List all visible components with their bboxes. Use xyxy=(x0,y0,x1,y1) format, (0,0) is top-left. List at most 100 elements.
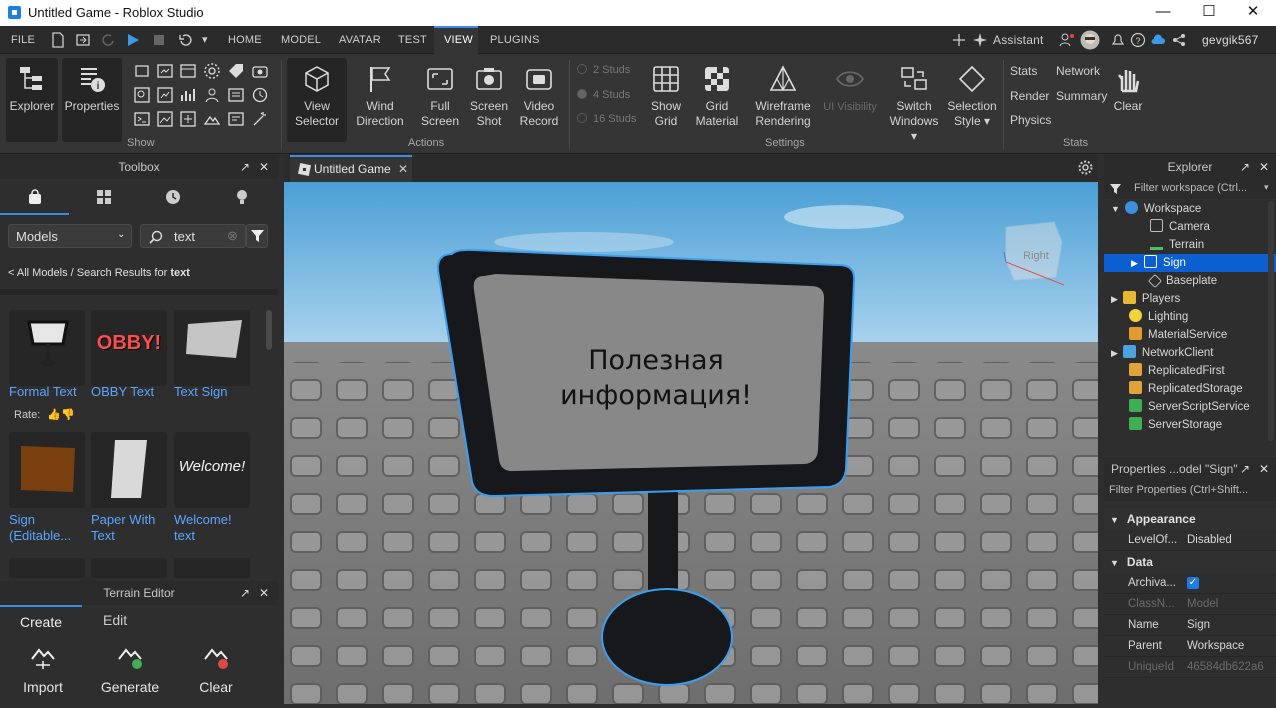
asset-thumbnail-partial[interactable] xyxy=(174,558,250,578)
expand-arrow-icon[interactable]: ▶ xyxy=(1131,258,1138,268)
tab-untitled-game[interactable]: Untitled Game ✕ xyxy=(290,155,412,182)
grid-2-studs-option[interactable]: 2 Studs xyxy=(577,64,630,76)
ui-visibility-button[interactable]: UI Visibility xyxy=(818,58,882,142)
switch-windows-button[interactable]: Switch Windows ▾ xyxy=(886,58,942,143)
terrain-tool-icon[interactable] xyxy=(203,110,221,128)
tree-item-materialservice[interactable]: MaterialService xyxy=(1104,326,1276,344)
tab-create[interactable]: Create xyxy=(0,605,82,633)
play-icon[interactable] xyxy=(125,32,141,48)
command-bar-icon[interactable] xyxy=(133,110,151,128)
team-create-icon[interactable] xyxy=(203,86,221,104)
tree-item-replicatedfirst[interactable]: ReplicatedFirst xyxy=(1104,362,1276,380)
screen-shot-button[interactable]: Screen Shot xyxy=(462,58,516,142)
properties-filter-input[interactable]: Filter Properties (Ctrl+Shift... xyxy=(1104,481,1276,501)
wind-direction-button[interactable]: Wind Direction xyxy=(352,58,408,142)
tree-item-sign[interactable]: ▶ Sign xyxy=(1104,254,1276,272)
explorer-filter-input[interactable]: Filter workspace (Ctrl... ▾ xyxy=(1104,179,1276,199)
property-value[interactable]: Sign xyxy=(1187,615,1210,636)
tree-item-baseplate[interactable]: Baseplate xyxy=(1104,272,1276,290)
network-stats-toggle[interactable]: Network xyxy=(1056,64,1100,78)
tab-plugins[interactable]: PLUGINS xyxy=(490,34,540,46)
settings-gear-icon[interactable] xyxy=(203,62,221,80)
file-menu[interactable]: FILE xyxy=(11,34,35,46)
expand-arrow-icon[interactable]: ▶ xyxy=(1111,294,1118,304)
archivable-checkbox[interactable]: ✓ xyxy=(1187,577,1199,589)
property-value[interactable]: Disabled xyxy=(1187,530,1232,551)
share-link-icon[interactable] xyxy=(1171,32,1187,48)
help-icon[interactable]: ? xyxy=(1130,32,1146,48)
asset-thumbnail-text-sign[interactable] xyxy=(174,310,250,386)
tab-view[interactable]: VIEW xyxy=(434,26,478,54)
asset-thumbnail-formal-text[interactable] xyxy=(9,310,85,386)
find-replace-icon[interactable] xyxy=(133,86,151,104)
asset-thumbnail-obby-text[interactable]: OBBY! xyxy=(91,310,167,386)
magic-wand-icon[interactable] xyxy=(251,110,269,128)
maximize-button[interactable]: ☐ xyxy=(1186,0,1232,26)
tree-item-serverscriptservice[interactable]: ServerScriptService xyxy=(1104,398,1276,416)
property-row-levelofdetail[interactable]: LevelOf... Disabled xyxy=(1104,530,1276,551)
stop-icon[interactable] xyxy=(151,32,167,48)
tree-item-workspace[interactable]: ▼ Workspace xyxy=(1104,200,1276,218)
clear-terrain-button[interactable]: Clear xyxy=(180,643,252,695)
tree-item-serverstorage[interactable]: ServerStorage xyxy=(1104,416,1276,434)
tab-inventory[interactable] xyxy=(69,179,138,215)
explorer-scrollbar[interactable] xyxy=(1268,201,1274,441)
search-input[interactable]: text ⊗ xyxy=(140,224,246,248)
grid-16-studs-option[interactable]: 16 Studs xyxy=(577,113,636,125)
tree-item-lighting[interactable]: Lighting xyxy=(1104,308,1276,326)
layout-icon[interactable] xyxy=(179,62,197,80)
import-terrain-button[interactable]: Import xyxy=(8,643,78,695)
thumbs-down-icon[interactable]: 👎 xyxy=(61,409,75,421)
viewport-3d[interactable]: Полезная информация! Right xyxy=(284,182,1098,704)
full-screen-button[interactable]: Full Screen xyxy=(412,58,468,142)
properties-toggle-button[interactable]: i Properties xyxy=(62,58,122,142)
tree-item-networkclient[interactable]: ▶ NetworkClient xyxy=(1104,344,1276,362)
summary-stats-toggle[interactable]: Summary xyxy=(1056,89,1107,103)
asset-label-formal-text[interactable]: Formal Text xyxy=(9,384,77,400)
property-row-archivable[interactable]: Archiva... ✓ xyxy=(1104,573,1276,594)
view-cube[interactable]: Right xyxy=(1003,221,1065,286)
asset-label-obby-text[interactable]: OBBY Text xyxy=(91,384,154,400)
new-file-icon[interactable] xyxy=(50,32,66,48)
close-toolbox-icon[interactable]: ✕ xyxy=(259,155,269,179)
clear-search-icon[interactable]: ⊗ xyxy=(227,228,238,244)
video-record-button[interactable]: Video Record xyxy=(514,58,564,142)
asset-thumbnail-paper-with-text[interactable] xyxy=(91,432,167,508)
clear-stats-button[interactable]: Clear xyxy=(1108,58,1148,142)
tab-edit[interactable]: Edit xyxy=(82,605,164,633)
asset-label-welcome-text[interactable]: Welcome! text xyxy=(174,512,232,544)
undock-icon[interactable]: ↗ xyxy=(1240,155,1250,179)
collaborators-icon[interactable] xyxy=(1059,32,1075,48)
physics-stats-toggle[interactable]: Physics xyxy=(1010,113,1051,127)
assistant-button[interactable]: Assistant xyxy=(993,33,1044,47)
share-icon[interactable] xyxy=(951,32,967,48)
breadcrumb[interactable]: < All Models / Search Results for text xyxy=(8,267,190,279)
quick-access-dropdown-icon[interactable]: ▾ xyxy=(202,33,208,46)
tab-marketplace[interactable] xyxy=(0,179,69,215)
toolbox-scrollbar[interactable] xyxy=(266,310,272,350)
show-grid-button[interactable]: Show Grid xyxy=(643,58,689,142)
cloud-icon[interactable] xyxy=(1150,32,1166,48)
toolbox-panel-icon[interactable] xyxy=(133,62,151,80)
bookmark-icon[interactable] xyxy=(227,86,245,104)
script-analysis-icon[interactable] xyxy=(156,86,174,104)
property-value[interactable]: Workspace xyxy=(1187,636,1244,657)
asset-label-text-sign[interactable]: Text Sign xyxy=(174,384,227,400)
view-selector-button[interactable]: View Selector xyxy=(287,58,347,142)
tag-icon[interactable] xyxy=(227,62,245,80)
asset-thumbnail-welcome-text[interactable]: Welcome! xyxy=(174,432,250,508)
thumbs-up-icon[interactable]: 👍 xyxy=(47,409,61,421)
avatar[interactable] xyxy=(1080,30,1100,50)
close-explorer-icon[interactable]: ✕ xyxy=(1259,155,1269,179)
filter-button[interactable] xyxy=(246,224,268,248)
game-settings-icon[interactable] xyxy=(227,110,245,128)
username-label[interactable]: gevgik567 xyxy=(1202,33,1259,47)
history-icon[interactable] xyxy=(251,86,269,104)
output-panel-icon[interactable] xyxy=(156,62,174,80)
close-terrain-icon[interactable]: ✕ xyxy=(259,581,269,605)
tab-recent[interactable] xyxy=(138,179,207,215)
section-data[interactable]: ▼ Data xyxy=(1104,551,1276,573)
asset-manager-icon[interactable] xyxy=(179,110,197,128)
asset-thumbnail-sign-editable[interactable] xyxy=(9,432,85,508)
close-properties-icon[interactable]: ✕ xyxy=(1259,457,1269,481)
